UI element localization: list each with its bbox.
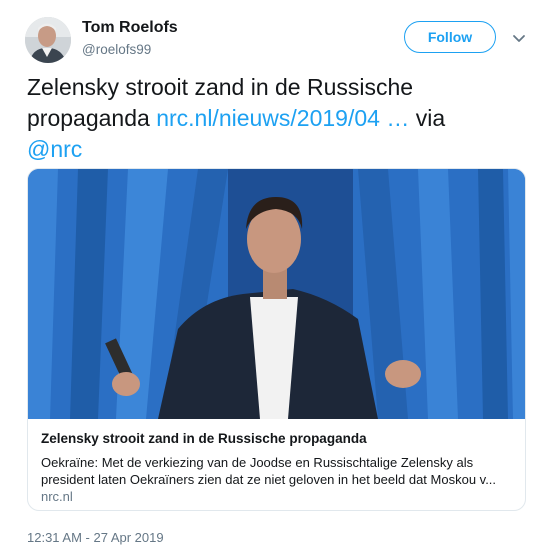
card-title: Zelensky strooit zand in de Russische pr…: [41, 431, 367, 446]
author-handle[interactable]: @roelofs99: [82, 42, 151, 57]
link-card[interactable]: Zelensky strooit zand in de Russische pr…: [27, 168, 526, 511]
tweet-via: via: [415, 105, 446, 131]
tweet-link[interactable]: nrc.nl/nieuws/2019/04: [156, 105, 380, 131]
tweet-link-ellipsis[interactable]: …: [386, 105, 409, 131]
avatar[interactable]: [25, 17, 71, 63]
card-domain: nrc.nl: [41, 489, 73, 504]
user-photo-icon: [25, 17, 71, 63]
tweet-mention[interactable]: @nrc: [27, 136, 82, 162]
card-description: Oekraïne: Met de verkiezing van de Joods…: [41, 455, 497, 487]
tweet-text: Zelensky strooit zand in de Russische pr…: [27, 72, 527, 165]
chevron-down-icon[interactable]: [511, 30, 527, 46]
author-name[interactable]: Tom Roelofs: [82, 19, 178, 37]
card-image: [28, 169, 525, 419]
tweet-timestamp[interactable]: 12:31 AM - 27 Apr 2019: [27, 530, 164, 545]
follow-button[interactable]: Follow: [404, 21, 496, 53]
